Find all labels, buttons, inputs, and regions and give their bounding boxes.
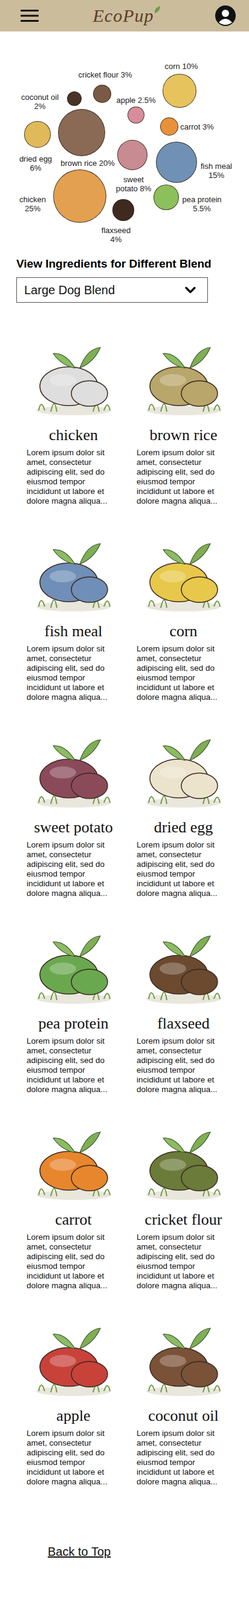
ingredient-description: Lorem ipsum dolor sit amet, consectetur … xyxy=(26,447,121,506)
bubble-label: sweet potato 8% xyxy=(112,174,155,193)
ingredient-bubble-chart: cricket flour 3% corn 10% coconut oil 2% ap… xyxy=(0,31,249,249)
user-icon xyxy=(215,5,236,26)
chart-bubble xyxy=(53,169,107,223)
top-bar: EcoPup xyxy=(0,0,249,32)
ingredient-illustration xyxy=(136,1309,231,1401)
ingredient-name: fish meal xyxy=(26,621,121,640)
logo[interactable]: EcoPup xyxy=(93,5,162,26)
bubble-label: corn 10% xyxy=(164,61,199,71)
ingredient-card: dried egg Lorem ipsum dolor sit amet, con… xyxy=(136,721,231,897)
ingredient-description: Lorem ipsum dolor sit amet, consectetur … xyxy=(26,1034,121,1093)
ingredient-card: flaxseedLorem ipsum dolor sit amet, cons… xyxy=(136,917,231,1093)
ingredient-description: Lorem ipsum dolor sit amet, consectetur … xyxy=(136,1034,231,1093)
ingredient-description: Lorem ipsum dolor sit amet, consectetur … xyxy=(136,1230,231,1289)
chart-bubble xyxy=(58,108,106,157)
ingredient-description: Lorem ipsum dolor sit amet, consectetur … xyxy=(26,1426,121,1485)
ingredient-name: flaxseed xyxy=(136,1012,231,1032)
ingredient-card: cricket flour Lorem ipsum dolor sit amet,… xyxy=(136,1113,231,1289)
ingredient-card: chicken Lorem ipsum dolor sit amet, conse… xyxy=(26,329,121,506)
blend-select[interactable]: Large Dog Blend xyxy=(16,276,208,303)
page: EcoPup cricket flour 3% corn 10% coconut oi… xyxy=(0,0,249,1593)
account-button[interactable] xyxy=(215,5,236,26)
ingredient-illustration xyxy=(26,329,121,422)
ingredient-card: pea proteinLorem ipsum dolor sit amet, c… xyxy=(26,917,121,1093)
bubble-label: flaxseed 4% xyxy=(99,225,133,244)
logo-text: EcoPup xyxy=(93,5,155,26)
ingredient-illustration xyxy=(26,1113,121,1206)
ingredient-description: Lorem ipsum dolor sit amet, consectetur … xyxy=(26,643,121,702)
ingredient-illustration xyxy=(136,1113,231,1206)
ingredient-card: sweet potato Lorem ipsum dolor sit amet, … xyxy=(26,721,121,897)
ingredient-name: pea protein xyxy=(26,1012,121,1032)
ingredient-illustration xyxy=(136,329,231,422)
ingredient-name: cricket flour xyxy=(136,1208,231,1227)
chart-bubble xyxy=(24,120,51,147)
back-to-top-link[interactable]: Back to Top xyxy=(47,1542,111,1557)
ingredient-card: apple Lorem ipsum dolor sit amet, consect… xyxy=(26,1309,121,1485)
ingredient-name: chicken xyxy=(26,425,121,444)
chart-bubble xyxy=(117,139,148,170)
ingredient-card: carrot Lorem ipsum dolor sit amet, consec… xyxy=(26,1113,121,1289)
ingredient-name: corn xyxy=(136,621,231,640)
ingredient-grid: chicken Lorem ipsum dolor sit amet, conse… xyxy=(0,329,249,1485)
bubble-label: fish meal 15% xyxy=(197,161,236,180)
bubble-label: brown rice 20% xyxy=(60,158,115,168)
ingredient-name: coconut oil xyxy=(136,1404,231,1423)
ingredient-card: fish meal Lorem ipsum dolor sit amet, con… xyxy=(26,525,121,702)
bubble-label: coconut oil 2% xyxy=(17,92,63,111)
chart-bubble xyxy=(162,73,197,108)
ingredient-name: sweet potato xyxy=(26,817,121,836)
ingredient-illustration xyxy=(136,721,231,814)
ingredient-illustration xyxy=(26,525,121,618)
ingredient-description: Lorem ipsum dolor sit amet, consectetur … xyxy=(136,1426,231,1485)
blend-heading: View Ingredients for Different Blend xyxy=(16,256,249,271)
chart-bubble xyxy=(67,91,83,107)
ingredient-illustration xyxy=(136,917,231,1010)
ingredient-card: brown rice Lorem ipsum dolor sit amet, co… xyxy=(136,329,231,506)
ingredient-illustration xyxy=(136,525,231,618)
bubble-label: cricket flour 3% xyxy=(78,70,133,80)
ingredient-illustration xyxy=(26,917,121,1010)
ingredient-card: corn Lorem ipsum dolor sit amet, consecte… xyxy=(136,525,231,702)
blend-select-value: Large Dog Blend xyxy=(24,282,115,297)
ingredient-description: Lorem ipsum dolor sit amet, consectetur … xyxy=(26,838,121,897)
bubble-label: chicken 25% xyxy=(16,194,50,213)
leaf-icon xyxy=(153,5,161,14)
chart-bubble xyxy=(160,117,179,136)
menu-button[interactable] xyxy=(20,9,39,23)
chart-bubble xyxy=(112,198,134,220)
chart-bubble xyxy=(155,141,198,183)
ingredient-illustration xyxy=(26,1309,121,1401)
ingredient-name: dried egg xyxy=(136,817,231,836)
ingredient-name: carrot xyxy=(26,1208,121,1227)
bubble-label: apple 2.5% xyxy=(116,95,156,105)
hamburger-icon xyxy=(20,9,39,23)
ingredient-description: Lorem ipsum dolor sit amet, consectetur … xyxy=(136,447,231,506)
chart-bubble xyxy=(153,184,179,210)
chart-bubble xyxy=(127,106,145,124)
bubble-label: dried egg 6% xyxy=(16,154,55,173)
ingredient-name: apple xyxy=(26,1404,121,1423)
ingredient-card: coconut oil Lorem ipsum dolor sit amet, c… xyxy=(136,1309,231,1485)
ingredient-illustration xyxy=(26,721,121,814)
bubble-label: carrot 3% xyxy=(180,122,214,132)
ingredient-name: brown rice xyxy=(136,425,231,444)
bubble-label: pea protein 5.5% xyxy=(179,194,225,213)
ingredient-description: Lorem ipsum dolor sit amet, consectetur … xyxy=(136,643,231,702)
chart-bubble xyxy=(93,84,112,103)
ingredient-description: Lorem ipsum dolor sit amet, consectetur … xyxy=(26,1230,121,1289)
ingredient-description: Lorem ipsum dolor sit amet, consectetur … xyxy=(136,838,231,897)
chevron-down-icon xyxy=(181,281,199,298)
